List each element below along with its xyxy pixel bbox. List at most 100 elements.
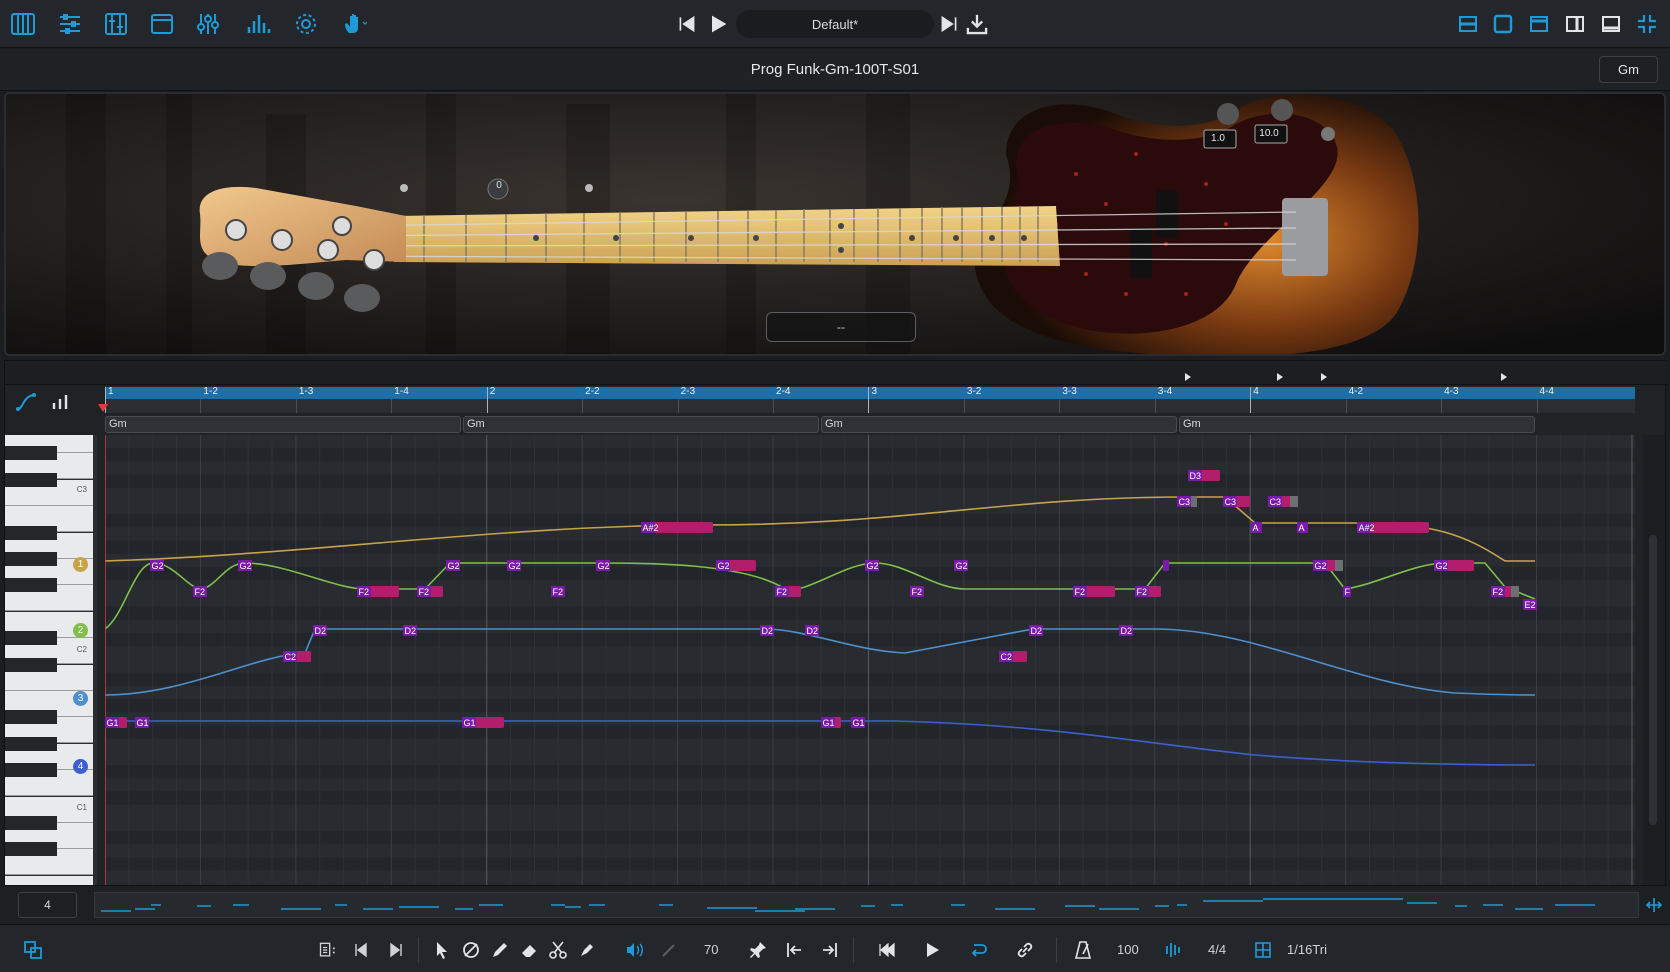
timeline-ruler[interactable]: 1 1-2 1-3 1-4 2 2-2 2-3 2-4 3 3-2 3-3 3-4 4 4-2 4-3 4-4 — [105, 373, 1635, 413]
loop-icon[interactable] — [965, 937, 991, 963]
black-key[interactable] — [5, 578, 57, 593]
time-signature[interactable]: 4/4 — [1208, 942, 1226, 957]
key-button[interactable]: Gm — [1599, 56, 1658, 83]
window-icon[interactable] — [146, 8, 178, 40]
next-note-icon[interactable] — [383, 937, 409, 963]
download-icon[interactable] — [964, 8, 990, 40]
link-windows-icon[interactable] — [20, 937, 46, 963]
vertical-scrollbar[interactable] — [1643, 435, 1665, 885]
string-marker[interactable]: 1 — [73, 557, 88, 572]
loop-marker-icon[interactable] — [1277, 373, 1283, 381]
tempo-value[interactable]: 100 — [1117, 942, 1139, 957]
hand-icon[interactable] — [338, 8, 370, 40]
chord-cell[interactable]: Gm — [1179, 416, 1535, 433]
note-label: F2 — [553, 587, 564, 597]
playhead-marker[interactable] — [98, 404, 108, 412]
black-key[interactable] — [5, 525, 57, 540]
layout-bottom-icon[interactable] — [1595, 8, 1627, 40]
knob-volume-value[interactable]: 1.0 — [1202, 133, 1234, 144]
overview-expand-icon[interactable] — [1645, 896, 1663, 919]
eraser-tool-icon[interactable] — [516, 937, 542, 963]
velocity-mode-icon[interactable] — [49, 391, 71, 418]
transport-play-icon[interactable] — [919, 937, 945, 963]
knob-tone-value[interactable]: 10.0 — [1253, 128, 1285, 139]
metronome-icon[interactable] — [1070, 937, 1096, 963]
black-key[interactable] — [5, 631, 57, 646]
note-label: A — [1253, 523, 1259, 533]
draw-tool-icon[interactable] — [487, 937, 513, 963]
skip-back-icon[interactable] — [676, 8, 698, 40]
layout-left-icon[interactable] — [1452, 8, 1484, 40]
overview-notes — [101, 898, 1595, 912]
grid-resolution[interactable]: 1/16Tri — [1287, 942, 1327, 957]
overview-field[interactable]: 4 — [18, 892, 77, 918]
fret-position-marker[interactable]: 0 — [488, 180, 510, 191]
note-label: F2 — [419, 587, 430, 597]
loop-marker-icon[interactable] — [1321, 373, 1327, 381]
string-marker[interactable]: 4 — [73, 759, 88, 774]
note-label: G1 — [823, 718, 835, 728]
preset-selector[interactable]: Default* — [736, 10, 934, 38]
chord-cell[interactable]: Gm — [105, 416, 461, 433]
ruler-label: 2-2 — [585, 386, 600, 397]
rewind-icon[interactable] — [874, 937, 900, 963]
note-label-bg — [1163, 560, 1169, 571]
velocity-pen-icon[interactable] — [656, 937, 682, 963]
mixer-icon[interactable] — [54, 8, 86, 40]
overview-track[interactable] — [94, 892, 1639, 918]
layout-square-icon[interactable] — [1487, 8, 1519, 40]
grid-icon[interactable] — [1250, 937, 1276, 963]
note-label: F2 — [777, 587, 788, 597]
string-marker[interactable]: 2 — [73, 623, 88, 638]
curve-mode-icon[interactable] — [15, 391, 37, 418]
white-key[interactable] — [5, 875, 93, 885]
spectrum-icon[interactable] — [242, 8, 274, 40]
chord-display: -- — [766, 312, 916, 342]
black-key[interactable] — [5, 816, 57, 830]
top-toolbar: Default* — [0, 0, 1670, 48]
ruler-label: 3-2 — [966, 386, 982, 397]
mute-tool-icon[interactable] — [458, 937, 484, 963]
black-key[interactable] — [5, 763, 57, 778]
collapse-icon[interactable] — [1631, 8, 1663, 40]
note-grid[interactable]: D3 C3 C3 C3 A A A#2 A#2 G2 G2 G2 G2 G2 G2 G2 G2 G2 G2 F2 F2… — [105, 435, 1635, 885]
black-key[interactable] — [5, 472, 57, 487]
black-key[interactable] — [5, 446, 57, 461]
layout-right-icon[interactable] — [1559, 8, 1591, 40]
snap-end-icon[interactable] — [817, 937, 843, 963]
fx-icon[interactable] — [100, 8, 132, 40]
black-key[interactable] — [5, 710, 57, 725]
loop-marker-icon[interactable] — [1501, 373, 1507, 381]
loop-marker-icon[interactable] — [1185, 373, 1191, 381]
scissors-tool-icon[interactable] — [545, 937, 571, 963]
chord-cell[interactable]: Gm — [463, 416, 819, 433]
chord-cell[interactable]: Gm — [821, 416, 1177, 433]
string-marker[interactable]: 3 — [73, 691, 88, 706]
black-key[interactable] — [5, 842, 57, 857]
prev-note-icon[interactable] — [348, 937, 374, 963]
tempo-wave-icon[interactable] — [1160, 937, 1186, 963]
loop-region-bar[interactable] — [105, 387, 1635, 399]
piano-keys-icon[interactable] — [7, 8, 39, 40]
select-tool-icon[interactable] — [429, 937, 455, 963]
play-icon[interactable] — [706, 8, 730, 40]
velocity-value[interactable]: 70 — [704, 942, 718, 957]
audition-icon[interactable] — [621, 937, 647, 963]
black-key[interactable] — [5, 552, 57, 566]
link-icon[interactable] — [1012, 937, 1038, 963]
bottom-toolbar: 70 100 4/4 1/16Tri — [0, 924, 1670, 972]
black-key[interactable] — [5, 736, 57, 751]
glue-tool-icon[interactable] — [574, 937, 600, 963]
black-key[interactable] — [5, 657, 57, 672]
pin-icon[interactable] — [745, 937, 771, 963]
note-label: G2 — [509, 561, 521, 571]
eq-sliders-icon[interactable] — [192, 8, 224, 40]
bass-guitar-view: 0 1.0 10.0 -- — [4, 92, 1666, 356]
gear-icon[interactable] — [290, 8, 322, 40]
skip-forward-icon[interactable] — [938, 8, 960, 40]
pattern-editor: 1 1-2 1-3 1-4 2 2-2 2-3 2-4 3 3-2 3-3 3-4 4 4-2 4-3 4-4… — [4, 360, 1667, 886]
piano-keyboard[interactable]: C3 C2 C1 — [5, 435, 97, 885]
clipboard-menu-icon[interactable] — [312, 937, 344, 963]
layout-top-icon[interactable] — [1523, 8, 1555, 40]
snap-start-icon[interactable] — [781, 937, 807, 963]
